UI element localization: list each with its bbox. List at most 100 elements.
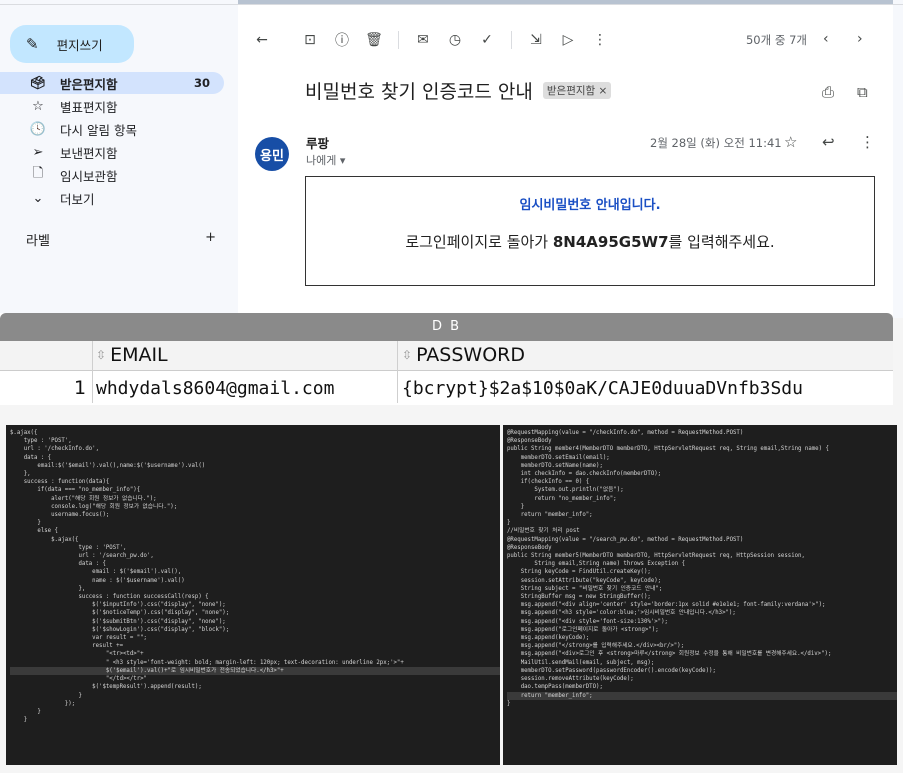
move-to-icon[interactable]: ⇲ — [520, 32, 552, 48]
code-line: console.log("해당 회원 정보가 없습니다."); — [10, 503, 178, 510]
code-line: success : function successCall(resp) { — [10, 594, 209, 601]
add-task-icon[interactable]: ✓ — [471, 32, 503, 48]
code-line: msg.append("<div align='center' style='b… — [507, 602, 826, 609]
code-line: msg.append("<div>로그인 후 <strong>마루</stron… — [507, 651, 832, 658]
sidebar-item-label: 임시보관함 — [60, 168, 118, 184]
code-line: StringBuffer msg = new StringBuffer(); — [507, 594, 651, 601]
back-arrow-icon[interactable]: ← — [246, 32, 278, 48]
code-line: name : $('$username').val() — [10, 577, 185, 584]
star-icon[interactable]: ☆ — [784, 133, 797, 151]
open-new-window-icon[interactable]: ⧉ — [857, 83, 868, 101]
code-line: MailUtil.sendMail(email, subject, msg); — [507, 659, 655, 666]
sidebar-item[interactable]: 🗳 받은편지함 30 — [0, 72, 224, 94]
code-line: }, — [10, 471, 31, 478]
message-date: 2월 28일 (화) 오전 11:41 — [650, 136, 782, 150]
star-icon: ☆ — [32, 98, 44, 114]
pager-text: 50개 중 7개 — [745, 33, 807, 47]
delete-icon[interactable]: 🗑 — [358, 32, 390, 48]
archive-icon[interactable]: ⊡ — [294, 32, 326, 48]
code-line: } — [507, 520, 511, 527]
sidebar-item[interactable]: 🕓 다시 알림 항목 — [0, 118, 224, 140]
code-line: } — [10, 708, 41, 715]
code-line: return "member_info"; — [507, 691, 897, 700]
code-line: var result = ""; — [10, 635, 147, 642]
screenshot-root: ✎ 편지쓰기 🗳 받은편지함 30 ☆ 별표편지함 🕓 다시 알림 항목 ➢ 보낸편지함 🗋 임시보… — [0, 0, 903, 773]
code-line: public String member5(MemberDTO memberDT… — [507, 553, 805, 560]
code-line: "<tr><td>"+ — [10, 651, 144, 658]
snooze-icon[interactable]: ◷ — [439, 32, 471, 48]
code-line: String email,String name) throws Excepti… — [507, 561, 686, 568]
more-vert-icon[interactable]: ⋮ — [860, 133, 875, 151]
gmail-sidebar: ✎ 편지쓰기 🗳 받은편지함 30 ☆ 별표편지함 🕓 다시 알림 항목 ➢ 보낸편지함 🗋 임시보… — [0, 5, 238, 318]
code-line: if(checkInfo == 0) { — [507, 479, 590, 486]
next-page-icon[interactable]: › — [857, 31, 863, 47]
sidebar-item[interactable]: ⌄ 더보기 — [0, 187, 224, 209]
code-line: @ResponseBody — [507, 544, 552, 551]
db-col-password-label: PASSWORD — [416, 344, 525, 366]
table-row[interactable]: 1 whdydals8604@gmail.com {bcrypt}$2a$10$… — [0, 373, 893, 403]
code-line: } — [10, 520, 41, 527]
pencil-icon: ✎ — [26, 35, 39, 53]
sidebar-item[interactable]: ☆ 별표편지함 — [0, 95, 224, 117]
code-line: $('$inputInfo').css("display", "none"); — [10, 602, 226, 609]
report-spam-icon[interactable]: ⓘ — [326, 30, 358, 50]
code-line: $.ajax({ — [10, 536, 79, 543]
db-header-row: ⇳ EMAIL ⇳ PASSWORD — [0, 341, 893, 371]
row-number: 1 — [74, 377, 87, 399]
code-line: return "no_member_info"; — [507, 495, 617, 502]
email-cell: whdydals8604@gmail.com — [96, 378, 335, 399]
db-col-email[interactable]: ⇳ EMAIL — [96, 344, 168, 366]
code-line: $('$email').val()+"로 임시비밀번호가 전송되었습니다.</h… — [10, 666, 500, 676]
prev-page-icon[interactable]: ‹ — [823, 31, 829, 47]
chevron-down-icon: ⌄ — [32, 190, 44, 206]
code-line: email : $('$email').val(), — [10, 569, 182, 576]
sidebar-item-label: 더보기 — [60, 191, 95, 207]
code-line: url : '/checkInfo.do', — [10, 446, 100, 453]
labels-heading: 라벨 — [26, 234, 50, 249]
code-line: //비밀번호 찾기 처리 post — [507, 528, 580, 535]
code-line: url : '/search_pw.do', — [10, 553, 154, 560]
add-label-button[interactable]: + — [205, 230, 216, 249]
java-code-editor: @RequestMapping(value = "/checkInfo.do",… — [503, 425, 897, 765]
code-line: data : { — [10, 561, 106, 568]
code-line: msg.append("<h3 style='color:blue;'>임시비밀… — [507, 610, 736, 617]
code-line: msg.append("<div style='font-size:130%'>… — [507, 618, 668, 625]
mail-body: 임시비밀번호 안내입니다. 로그인페이지로 돌아가 8N4A95G5W7를 입력… — [305, 176, 875, 286]
code-line: dao.tempPass(memberDTO); — [507, 684, 603, 691]
recipient-dropdown[interactable]: 나에게 ▾ — [306, 152, 345, 168]
print-icon[interactable]: ⎙ — [822, 83, 834, 101]
compose-button[interactable]: ✎ 편지쓰기 — [10, 25, 134, 63]
code-line: msg.append(keyCode); — [507, 635, 590, 642]
db-panel: D B ⇳ EMAIL ⇳ PASSWORD 1 whdydals8604@gmai… — [0, 313, 893, 405]
sidebar-item-label: 별표편지함 — [60, 99, 118, 115]
code-line: } — [10, 717, 28, 724]
code-line: return "member_info"; — [507, 512, 593, 519]
code-line: $('$noticeTemp').css("display", "none"); — [10, 610, 230, 617]
sidebar-item-label: 다시 알림 항목 — [60, 122, 137, 138]
sidebar-item[interactable]: 🗋 임시보관함 — [0, 164, 224, 186]
db-col-password[interactable]: ⇳ PASSWORD — [402, 344, 525, 366]
mail-text-prefix: 로그인페이지로 돌아가 — [405, 233, 553, 251]
more-vert-icon[interactable]: ⋮ — [584, 32, 616, 48]
label-icon[interactable]: ▷ — [552, 32, 584, 48]
subject-title: 비밀번호 찾기 인증코드 안내 — [305, 81, 533, 103]
code-line: success : function(data){ — [10, 479, 110, 486]
code-line: if(data === "no_member_info"){ — [10, 487, 141, 494]
mark-unread-icon[interactable]: ✉ — [407, 32, 439, 48]
code-line: else { — [10, 528, 58, 535]
inbox-tag[interactable]: 받은편지함 × — [542, 82, 612, 99]
code-line: int checkInfo = dao.checkInfo(memberDTO)… — [507, 471, 662, 478]
temp-code: 8N4A95G5W7 — [552, 233, 669, 251]
reply-icon[interactable]: ↩ — [822, 133, 835, 151]
code-line: memberDTO.setEmail(email); — [507, 454, 610, 461]
send-icon: ➢ — [32, 144, 44, 160]
code-line: type : 'POST', — [10, 438, 72, 445]
scroll-strip — [238, 0, 893, 4]
code-line: memberDTO.setPassword(passwordEncoder().… — [507, 667, 716, 674]
code-line: System.out.println("없음"); — [507, 487, 624, 494]
db-title: D B — [0, 313, 893, 341]
code-line: session.removeAttribute(keyCode); — [507, 676, 634, 683]
sidebar-item[interactable]: ➢ 보낸편지함 — [0, 141, 224, 163]
code-line: $('$submitBtn').css("display", "none"); — [10, 618, 226, 625]
db-col-email-label: EMAIL — [110, 344, 168, 366]
